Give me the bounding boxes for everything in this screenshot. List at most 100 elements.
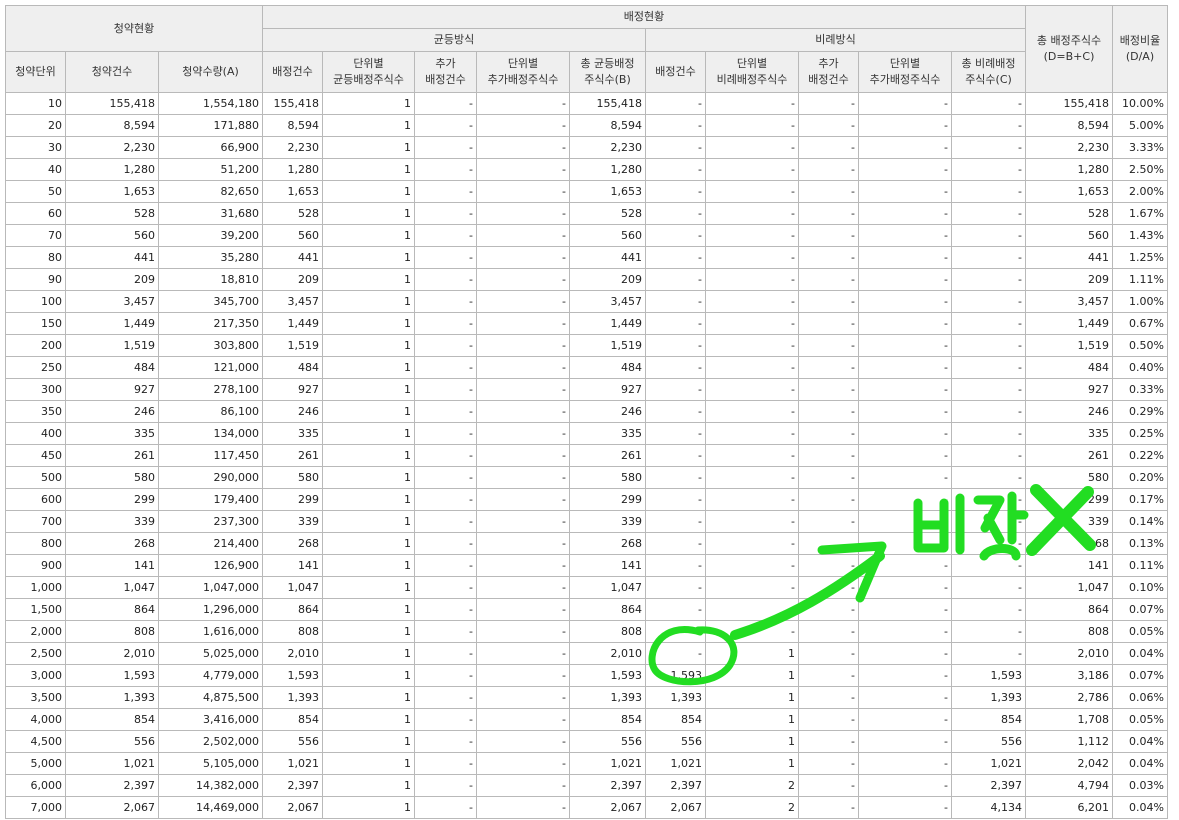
table-cell: 299 — [1025, 488, 1113, 511]
table-row: 500 580 290,000 580 1- -580- - - - -580 0.20% — [5, 466, 1168, 489]
table-cell: 1,393 — [569, 686, 646, 709]
table-cell: 1,021 — [951, 752, 1026, 775]
table-cell: 2 — [705, 774, 799, 797]
col-header-equal-total-b: 총 균등배정 주식수(B) — [569, 51, 646, 93]
allocation-table-container: 청약현황 배정현황 총 배정주식수 (D=B+C) 배정비율 (D/A) 균등방… — [5, 5, 1168, 819]
table-cell: - — [951, 620, 1026, 643]
table-cell: 441 — [262, 246, 323, 269]
table-cell: 1,280 — [1025, 158, 1113, 181]
table-cell: - — [476, 356, 570, 379]
table-cell: 2,397 — [65, 774, 159, 797]
table-cell: - — [858, 312, 952, 335]
table-cell: 484 — [569, 356, 646, 379]
table-cell: - — [645, 136, 706, 159]
table-row: 100 3,457 345,700 3,457 1- -3,457- - - - -3,457 1.… — [5, 290, 1168, 313]
table-cell: 7,000 — [5, 796, 66, 819]
table-cell: - — [858, 136, 952, 159]
col-header-prop-total-c: 총 비례배정 주식수(C) — [951, 51, 1026, 93]
table-cell: 8,594 — [569, 114, 646, 137]
table-cell: 2,000 — [5, 620, 66, 643]
table-cell: 0.33% — [1112, 378, 1168, 401]
table-cell: 217,350 — [158, 312, 263, 335]
table-cell: - — [645, 598, 706, 621]
table-cell: 1,653 — [569, 180, 646, 203]
table-cell: 2,500 — [5, 642, 66, 665]
table-cell: - — [798, 796, 859, 819]
table-cell: - — [414, 224, 477, 247]
table-cell: 2.00% — [1112, 180, 1168, 203]
table-cell: - — [858, 158, 952, 181]
table-cell: - — [798, 686, 859, 709]
table-cell: - — [705, 334, 799, 357]
table-cell: - — [951, 92, 1026, 115]
table-cell: - — [414, 92, 477, 115]
table-cell: - — [705, 576, 799, 599]
table-cell: - — [951, 510, 1026, 533]
table-cell: 556 — [951, 730, 1026, 753]
table-row: 700 339 237,300 339 1- -339- - - - -339 0.14% — [5, 510, 1168, 533]
table-cell: 31,680 — [158, 202, 263, 225]
table-cell: - — [414, 466, 477, 489]
table-cell: 560 — [262, 224, 323, 247]
table-cell: 556 — [262, 730, 323, 753]
table-cell: 35,280 — [158, 246, 263, 269]
table-cell: 1 — [322, 114, 415, 137]
table-cell: - — [858, 356, 952, 379]
table-cell: 2,502,000 — [158, 730, 263, 753]
table-cell: - — [476, 246, 570, 269]
table-cell: 246 — [262, 400, 323, 423]
table-cell: 560 — [65, 224, 159, 247]
table-cell: - — [645, 290, 706, 313]
table-cell: - — [798, 774, 859, 797]
table-cell: 0.13% — [1112, 532, 1168, 555]
table-cell: - — [645, 554, 706, 577]
table-cell: 854 — [645, 708, 706, 731]
table-cell: 484 — [262, 356, 323, 379]
table-cell: - — [705, 92, 799, 115]
col-header-applied-qty: 청약수량(A) — [158, 51, 263, 93]
table-cell: 2,397 — [951, 774, 1026, 797]
table-row: 10 155,418 1,554,180 155,418 1- -155,418- - - - -… — [5, 92, 1168, 115]
table-cell: 800 — [5, 532, 66, 555]
table-cell: 854 — [569, 708, 646, 731]
table-cell: 927 — [262, 378, 323, 401]
table-cell: 927 — [65, 378, 159, 401]
table-cell: 1 — [322, 290, 415, 313]
table-cell: - — [858, 488, 952, 511]
table-cell: 134,000 — [158, 422, 263, 445]
table-cell: - — [414, 774, 477, 797]
table-cell: 1,519 — [569, 334, 646, 357]
allocation-table: 청약현황 배정현황 총 배정주식수 (D=B+C) 배정비율 (D/A) 균등방… — [5, 5, 1168, 819]
table-cell: 141 — [569, 554, 646, 577]
table-cell: - — [798, 620, 859, 643]
table-cell: 8,594 — [1025, 114, 1113, 137]
table-cell: - — [645, 224, 706, 247]
table-cell: - — [414, 268, 477, 291]
table-cell: - — [645, 576, 706, 599]
header-subscription-status: 청약현황 — [5, 5, 263, 52]
table-cell: - — [476, 532, 570, 555]
table-cell: 1 — [322, 642, 415, 665]
table-cell: 155,418 — [569, 92, 646, 115]
table-cell: 0.04% — [1112, 796, 1168, 819]
table-cell: - — [645, 268, 706, 291]
table-cell: 141 — [65, 554, 159, 577]
table-cell: - — [951, 642, 1026, 665]
table-cell: - — [414, 796, 477, 819]
table-cell: 0.25% — [1112, 422, 1168, 445]
table-cell: - — [798, 224, 859, 247]
table-cell: - — [798, 708, 859, 731]
table-row: 40 1,280 51,200 1,280 1- -1,280- - - - -1,280 2.50… — [5, 158, 1168, 181]
table-cell: 1 — [705, 730, 799, 753]
table-cell: 1 — [705, 642, 799, 665]
table-row: 250 484 121,000 484 1- -484- - - - -484 0.40% — [5, 356, 1168, 379]
table-cell: 864 — [262, 598, 323, 621]
table-cell: 528 — [1025, 202, 1113, 225]
table-cell: 2,042 — [1025, 752, 1113, 775]
table-cell: - — [951, 400, 1026, 423]
table-cell: - — [951, 114, 1026, 137]
table-cell: 1,449 — [65, 312, 159, 335]
table-cell: 1 — [322, 136, 415, 159]
table-cell: 155,418 — [65, 92, 159, 115]
table-cell: - — [476, 158, 570, 181]
